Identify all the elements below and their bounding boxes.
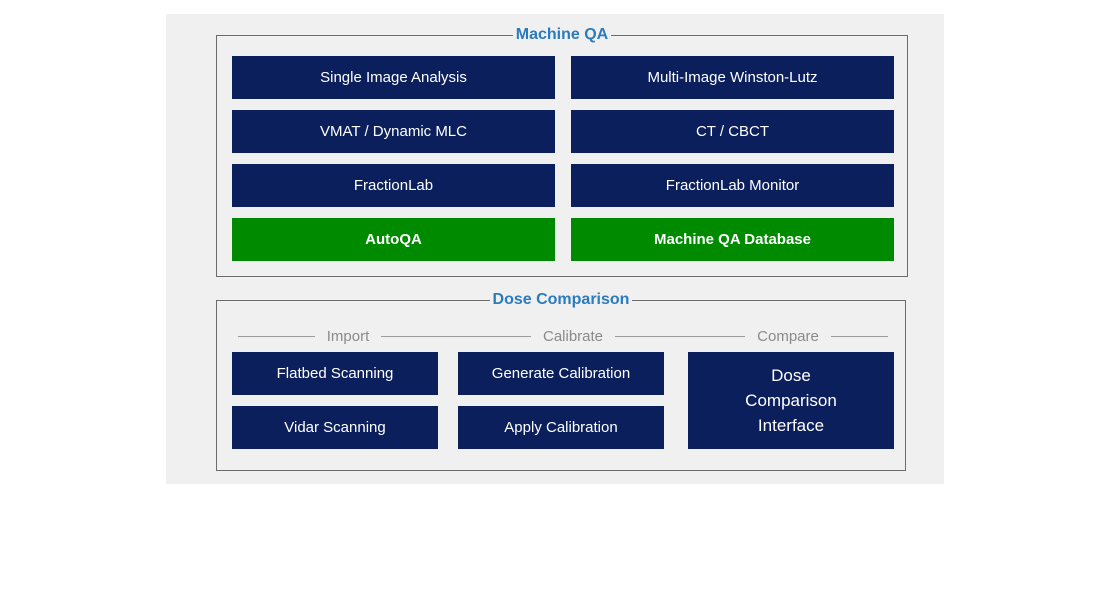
compare-step-header: Compare (688, 327, 889, 345)
generate-calibration-button[interactable]: Generate Calibration (458, 352, 664, 395)
dose-comparison-interface-button[interactable]: Dose Comparison Interface (688, 352, 894, 449)
step-divider (238, 335, 315, 337)
calibrate-step-header: Calibrate (458, 327, 688, 345)
compare-step-label: Compare (757, 327, 819, 345)
dose-comparison-title-wrap: Dose Comparison (217, 289, 905, 311)
calibrate-step-label: Calibrate (542, 327, 604, 345)
ct-cbct-button[interactable]: CT / CBCT (571, 110, 894, 153)
import-step-header: Import (238, 327, 459, 345)
apply-calibration-button[interactable]: Apply Calibration (458, 406, 664, 449)
step-divider (458, 335, 531, 337)
fractionlab-button[interactable]: FractionLab (232, 164, 555, 207)
vmat-dynamic-mlc-button[interactable]: VMAT / Dynamic MLC (232, 110, 555, 153)
import-step-label: Import (326, 327, 370, 345)
multi-image-winston-lutz-button[interactable]: Multi-Image Winston-Lutz (571, 56, 894, 99)
step-divider (615, 335, 688, 337)
compare-line-2: Comparison (745, 391, 837, 410)
step-divider (381, 335, 459, 337)
compare-line-3: Interface (757, 416, 825, 435)
single-image-analysis-button[interactable]: Single Image Analysis (232, 56, 555, 99)
vidar-scanning-button[interactable]: Vidar Scanning (232, 406, 438, 449)
fractionlab-monitor-button[interactable]: FractionLab Monitor (571, 164, 894, 207)
flatbed-scanning-button[interactable]: Flatbed Scanning (232, 352, 438, 395)
autoqa-button[interactable]: AutoQA (232, 218, 555, 261)
machine-qa-title-wrap: Machine QA (217, 24, 907, 46)
dose-comparison-title: Dose Comparison (489, 291, 633, 308)
step-divider (830, 335, 889, 337)
machine-qa-database-button[interactable]: Machine QA Database (571, 218, 894, 261)
machine-qa-title: Machine QA (512, 26, 612, 43)
step-divider (688, 335, 746, 337)
compare-line-1: Dose (771, 366, 811, 385)
